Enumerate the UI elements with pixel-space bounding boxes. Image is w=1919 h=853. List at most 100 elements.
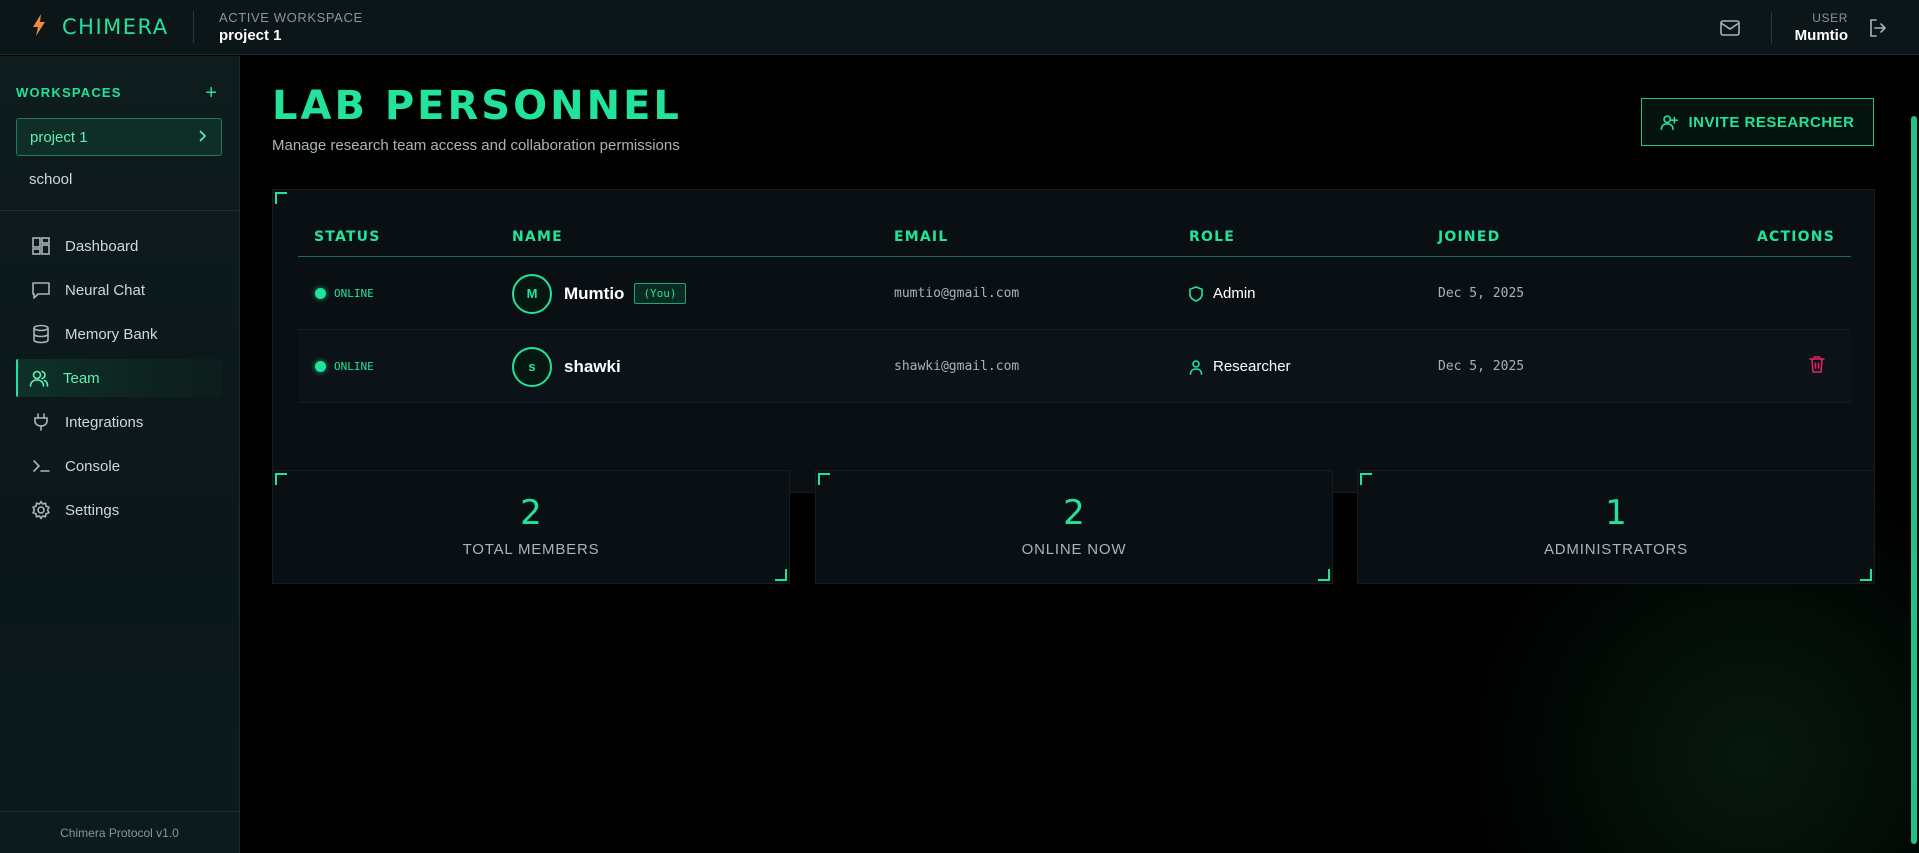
user-icon <box>1189 359 1203 375</box>
stat-card-administrators: 1 ADMINISTRATORS <box>1357 470 1875 584</box>
active-workspace: ACTIVE WORKSPACE project 1 <box>194 10 363 44</box>
role-cell: Admin <box>1189 257 1256 330</box>
user-name: Mumtio <box>1794 27 1848 44</box>
joined-cell: Dec 5, 2025 <box>1438 359 1525 374</box>
nav-item-dashboard[interactable]: Dashboard <box>16 227 222 265</box>
avatar: s <box>512 346 552 387</box>
top-bar: CHIMERA ACTIVE WORKSPACE project 1 USER … <box>0 0 1919 55</box>
name-cell: s shawki <box>512 330 621 403</box>
you-badge: (You) <box>634 283 686 304</box>
stat-label: ONLINE NOW <box>1021 541 1127 558</box>
table-row: ONLINE M Mumtio (You) mumtio@gmail.com A… <box>298 257 1851 330</box>
nav-item-memory-bank[interactable]: Memory Bank <box>16 315 222 353</box>
column-header-name[interactable]: NAME <box>512 229 563 245</box>
status-text: ONLINE <box>334 287 374 300</box>
corner-accent <box>275 192 287 204</box>
corner-accent <box>775 569 787 581</box>
user-label: USER <box>1812 11 1848 25</box>
invite-researcher-label: INVITE RESEARCHER <box>1688 113 1855 131</box>
trash-icon <box>1809 356 1825 373</box>
invite-researcher-button[interactable]: INVITE RESEARCHER <box>1641 98 1874 146</box>
divider <box>1770 11 1772 44</box>
bolt-icon <box>32 14 46 40</box>
page-title: LAB PERSONNEL <box>272 83 682 129</box>
chevron-right-icon <box>197 129 207 145</box>
nav-item-integrations[interactable]: Integrations <box>16 403 222 441</box>
nav-item-settings[interactable]: Settings <box>16 491 222 529</box>
member-name: shawki <box>564 356 621 376</box>
joined-cell: Dec 5, 2025 <box>1438 286 1525 301</box>
workspace-item-project-1[interactable]: project 1 <box>16 118 222 156</box>
status-text: ONLINE <box>334 360 374 373</box>
nav-label: Integrations <box>65 413 144 431</box>
name-cell: M Mumtio (You) <box>512 257 686 330</box>
online-indicator <box>315 361 326 372</box>
corner-accent <box>1860 569 1872 581</box>
dashboard-icon <box>32 237 50 255</box>
status-cell: ONLINE <box>315 257 374 330</box>
nav-label: Dashboard <box>65 237 139 255</box>
workspace-label: school <box>29 170 73 188</box>
nav-menu: Dashboard Neural Chat Memory Bank Team I… <box>0 211 239 529</box>
sidebar: WORKSPACES + project 1 school Dashboard … <box>0 56 240 853</box>
corner-accent <box>1318 569 1330 581</box>
stat-value: 1 <box>1605 493 1627 533</box>
status-cell: ONLINE <box>315 330 374 403</box>
member-name: Mumtio <box>564 283 625 303</box>
nav-label: Settings <box>65 501 120 519</box>
stat-card-online-now: 2 ONLINE NOW <box>815 470 1333 584</box>
users-icon <box>29 370 49 387</box>
logout-icon <box>1870 18 1886 37</box>
brand[interactable]: CHIMERA <box>0 0 193 54</box>
mail-icon <box>1719 19 1740 36</box>
avatar: M <box>512 273 552 314</box>
stat-label: ADMINISTRATORS <box>1544 541 1688 558</box>
user-block: USER Mumtio <box>1795 11 1848 44</box>
column-header-email[interactable]: EMAIL <box>894 229 948 245</box>
active-workspace-value: project 1 <box>219 27 282 44</box>
nav-item-console[interactable]: Console <box>16 447 222 485</box>
chat-icon <box>32 282 50 299</box>
nav-label: Neural Chat <box>65 281 146 299</box>
workspaces-title: WORKSPACES <box>16 85 122 100</box>
delete-member-button[interactable] <box>1809 355 1825 378</box>
column-header-joined[interactable]: JOINED <box>1438 229 1500 245</box>
workspace-item-school[interactable]: school <box>16 160 222 198</box>
email-cell: mumtio@gmail.com <box>894 286 1020 301</box>
role-text: Admin <box>1213 285 1256 302</box>
corner-accent <box>818 473 830 485</box>
column-header-status[interactable]: STATUS <box>314 229 381 245</box>
database-icon <box>33 324 49 344</box>
shield-icon <box>1189 285 1203 302</box>
workspace-label: project 1 <box>30 128 88 146</box>
stat-card-total-members: 2 TOTAL MEMBERS <box>272 470 790 584</box>
email-cell: shawki@gmail.com <box>894 359 1020 374</box>
online-indicator <box>315 288 326 299</box>
nav-item-neural-chat[interactable]: Neural Chat <box>16 271 222 309</box>
nav-label: Console <box>65 457 121 475</box>
nav-item-team[interactable]: Team <box>16 359 222 397</box>
scrollbar[interactable] <box>1911 116 1917 844</box>
corner-accent <box>1360 473 1372 485</box>
column-header-role[interactable]: ROLE <box>1189 229 1235 245</box>
gear-icon <box>32 500 50 520</box>
plug-icon <box>34 413 48 431</box>
table-row: ONLINE s shawki shawki@gmail.com Researc… <box>298 330 1851 403</box>
actions-cell <box>1809 330 1825 403</box>
logout-button[interactable] <box>1867 17 1889 39</box>
mail-button[interactable] <box>1718 16 1742 40</box>
terminal-icon <box>33 460 50 472</box>
main-content: LAB PERSONNEL Manage research team acces… <box>241 56 1919 853</box>
stat-label: TOTAL MEMBERS <box>462 541 600 558</box>
personnel-table: STATUS NAME EMAIL ROLE JOINED ACTIONS ON… <box>272 189 1875 493</box>
top-right-controls: USER Mumtio <box>1718 0 1889 55</box>
brand-name: CHIMERA <box>62 15 169 39</box>
nav-label: Team <box>63 369 100 387</box>
nav-label: Memory Bank <box>65 325 158 343</box>
add-workspace-button[interactable]: + <box>205 83 217 103</box>
role-text: Researcher <box>1213 358 1291 375</box>
corner-accent <box>275 473 287 485</box>
active-workspace-label: ACTIVE WORKSPACE <box>219 10 363 25</box>
stat-value: 2 <box>1063 493 1085 533</box>
version-footer: Chimera Protocol v1.0 <box>0 811 239 853</box>
